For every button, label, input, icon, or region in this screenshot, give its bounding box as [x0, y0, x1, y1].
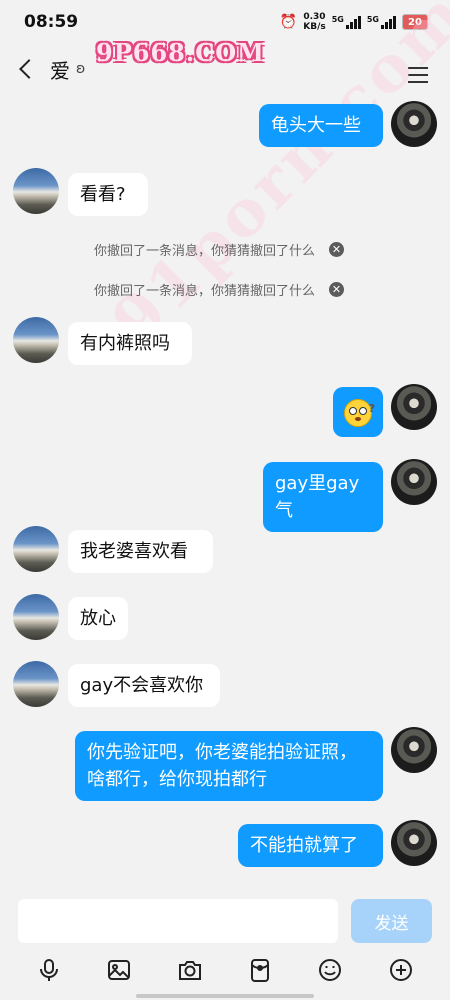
- network-speed-value: 0.30: [303, 12, 326, 22]
- signal-icon-1: 5G: [332, 15, 361, 29]
- contact-avatar[interactable]: [13, 661, 59, 707]
- message-bubble-out[interactable]: gay里gay气: [263, 462, 383, 532]
- contact-avatar[interactable]: [13, 594, 59, 640]
- recall-text: 你撤回了一条消息，你猜猜撤回了什么: [94, 284, 316, 299]
- menu-icon[interactable]: [408, 62, 428, 88]
- chat-title[interactable]: 爱: [50, 55, 70, 84]
- network-speed-unit: KB/s: [303, 22, 326, 32]
- my-avatar[interactable]: [391, 101, 437, 147]
- message-bubble-out[interactable]: 你先验证吧，你老婆能拍验证照，啥都行，给你现拍都行: [75, 731, 383, 801]
- contact-avatar[interactable]: [13, 168, 59, 214]
- watermark-logo: 9P668.COM: [96, 38, 265, 67]
- my-avatar[interactable]: [391, 820, 437, 866]
- send-button[interactable]: 发送: [351, 899, 432, 943]
- contact-avatar[interactable]: [13, 526, 59, 572]
- camera-icon[interactable]: [176, 956, 204, 984]
- message-input[interactable]: [18, 899, 338, 943]
- plus-icon[interactable]: [387, 956, 415, 984]
- network-speed: 0.30 KB/s: [303, 12, 325, 32]
- battery-icon: 20: [402, 14, 428, 30]
- message-bubble-out[interactable]: 龟头大一些: [259, 104, 383, 147]
- signal-icon-2: 5G: [367, 15, 396, 29]
- message-bubble-in[interactable]: 我老婆喜欢看: [68, 530, 213, 573]
- signal-label-1: 5G: [331, 15, 344, 24]
- message-bubble-out[interactable]: 不能拍就算了: [238, 824, 383, 867]
- message-bubble-in[interactable]: gay不会喜欢你: [68, 664, 220, 707]
- message-bubble-in[interactable]: 有内裤照吗: [68, 322, 192, 365]
- back-arrow-icon[interactable]: [19, 59, 39, 79]
- battery-level: 20: [408, 16, 422, 28]
- emoji-message-bubble[interactable]: ?: [333, 387, 383, 437]
- red-packet-icon[interactable]: [246, 956, 274, 984]
- home-indicator[interactable]: [136, 994, 314, 998]
- recall-notice: 你撤回了一条消息，你猜猜撤回了什么 ✕: [94, 280, 345, 299]
- microphone-icon[interactable]: [35, 956, 63, 984]
- alarm-icon: ⏰: [279, 14, 298, 30]
- input-area: 发送: [0, 888, 450, 1000]
- image-icon[interactable]: [105, 956, 133, 984]
- message-bubble-in[interactable]: 放心: [68, 597, 128, 640]
- recall-text: 你撤回了一条消息，你猜猜撤回了什么: [94, 244, 316, 259]
- contact-avatar[interactable]: [13, 317, 59, 363]
- confused-face-emoji-icon: ?: [344, 399, 375, 427]
- close-icon[interactable]: ✕: [329, 242, 345, 257]
- status-icons: ⏰ 0.30 KB/s 5G 5G 20: [280, 12, 428, 32]
- ear-icon: ʚ: [76, 61, 86, 77]
- close-icon[interactable]: ✕: [329, 282, 345, 297]
- status-time: 08:59: [24, 12, 79, 32]
- recall-notice: 你撤回了一条消息，你猜猜撤回了什么 ✕: [94, 240, 345, 259]
- emoji-icon[interactable]: [316, 956, 344, 984]
- my-avatar[interactable]: [391, 384, 437, 430]
- my-avatar[interactable]: [391, 459, 437, 505]
- input-toolbar: [0, 952, 450, 988]
- my-avatar[interactable]: [391, 727, 437, 773]
- signal-label-2: 5G: [366, 15, 379, 24]
- message-bubble-in[interactable]: 看看?: [68, 173, 148, 216]
